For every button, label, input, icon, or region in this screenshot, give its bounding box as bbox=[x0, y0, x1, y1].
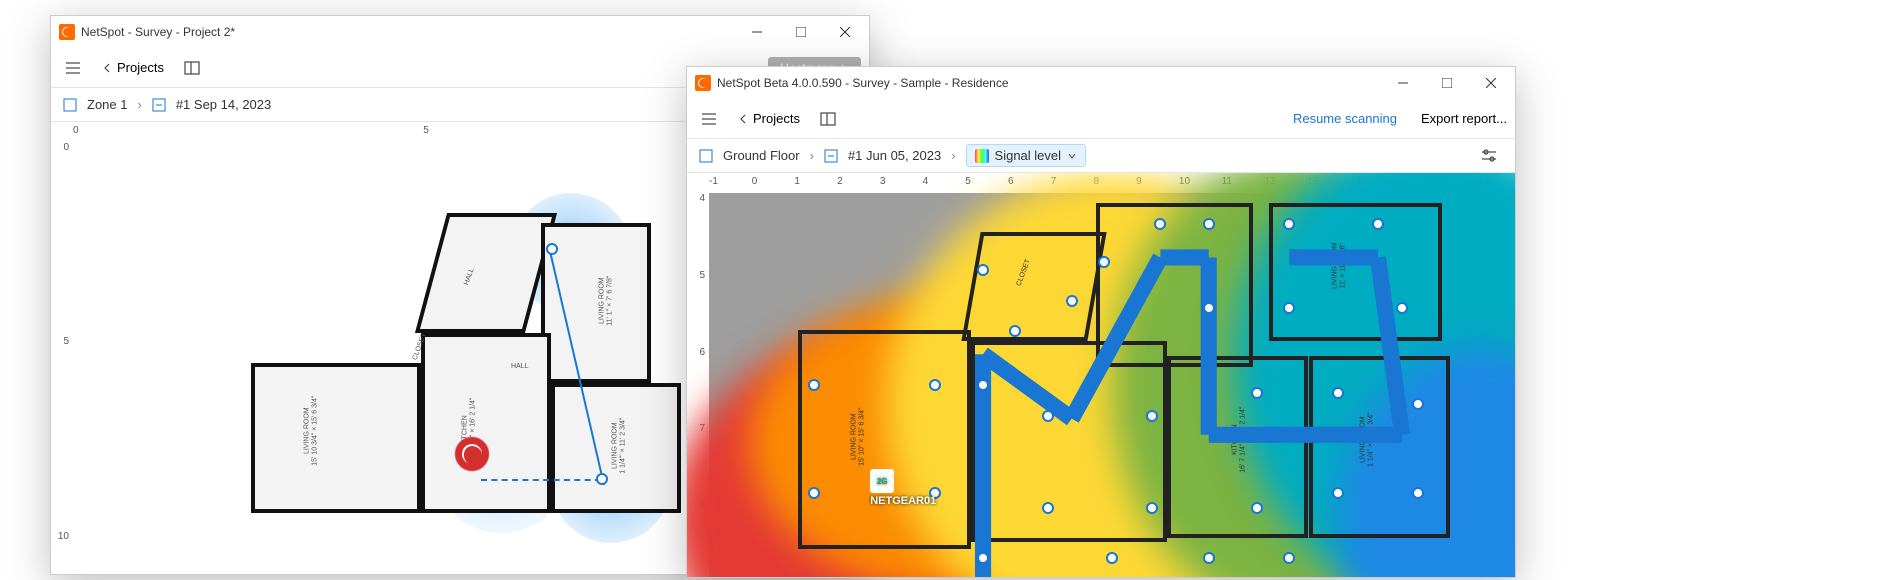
chevron-right-icon: › bbox=[951, 148, 955, 163]
scan-point[interactable] bbox=[546, 243, 558, 255]
chevron-down-icon bbox=[1067, 151, 1077, 161]
crumb-floor[interactable]: Ground Floor bbox=[723, 148, 800, 163]
breadcrumb: Ground Floor › #1 Jun 05, 2023 › Signal … bbox=[687, 139, 1515, 173]
ssid-name: NETGEAR01 bbox=[870, 495, 936, 507]
snapshot-icon bbox=[824, 149, 838, 163]
back-projects-button[interactable]: Projects bbox=[95, 56, 170, 79]
crumb-snapshot[interactable]: #1 Sep 14, 2023 bbox=[176, 97, 271, 112]
window-title: NetSpot - Survey - Project 2* bbox=[81, 25, 235, 39]
titlebar[interactable]: NetSpot - Survey - Project 2* bbox=[51, 16, 869, 48]
app-icon bbox=[695, 75, 711, 91]
floorplan: HALL HALL LIVING ROOM 11' 1" × 7' 6 7/8"… bbox=[251, 213, 691, 523]
visualization-select[interactable]: Signal level bbox=[966, 144, 1087, 167]
resume-scanning-button[interactable]: Resume scanning bbox=[1293, 111, 1397, 126]
menu-button[interactable] bbox=[59, 54, 87, 82]
floor-icon bbox=[699, 149, 713, 163]
room-label: LIVING ROOM 11' 1" × 7' 6 7/8" bbox=[598, 276, 613, 326]
chevron-left-icon bbox=[737, 113, 749, 125]
wifi-icon: 2G bbox=[870, 469, 894, 493]
chevron-right-icon: › bbox=[810, 148, 814, 163]
maximize-button[interactable] bbox=[1425, 67, 1469, 99]
layout-button[interactable] bbox=[178, 54, 206, 82]
menu-button[interactable] bbox=[695, 105, 723, 133]
projects-label: Projects bbox=[753, 111, 800, 126]
scan-route bbox=[709, 193, 1515, 577]
ruler-vertical: 0 5 10 bbox=[51, 142, 73, 574]
room-label: LIVING ROOM 15' 10 3/4" × 15' 6 3/4" bbox=[303, 396, 318, 466]
layout-button[interactable] bbox=[814, 105, 842, 133]
adjustments-button[interactable] bbox=[1475, 142, 1503, 170]
window-survey-residence: NetSpot Beta 4.0.0.590 - Survey - Sample… bbox=[686, 66, 1516, 578]
close-button[interactable] bbox=[1469, 67, 1513, 99]
crumb-zone[interactable]: Zone 1 bbox=[87, 97, 127, 112]
back-projects-button[interactable]: Projects bbox=[731, 107, 806, 130]
chevron-right-icon: › bbox=[137, 97, 141, 112]
titlebar[interactable]: NetSpot Beta 4.0.0.590 - Survey - Sample… bbox=[687, 67, 1515, 99]
scan-point[interactable] bbox=[596, 473, 608, 485]
minimize-button[interactable] bbox=[735, 16, 779, 48]
projects-label: Projects bbox=[117, 60, 164, 75]
maximize-button[interactable] bbox=[779, 16, 823, 48]
snapshot-icon bbox=[152, 98, 166, 112]
canvas[interactable]: -10 12 34 56 78 910 1112 1314 1516 17 45… bbox=[687, 173, 1515, 577]
export-report-button[interactable]: Export report... bbox=[1421, 111, 1507, 126]
zone-icon bbox=[63, 98, 77, 112]
heatmap-view[interactable]: LIVING ROOM 15' 10" × 15' 6 3/4" LIVING … bbox=[709, 193, 1515, 577]
room-label: HALL bbox=[511, 363, 529, 371]
room-label: LIVING ROOM 1 1/4"' × 11' 2 3/4" bbox=[611, 418, 626, 474]
minimize-button[interactable] bbox=[1381, 67, 1425, 99]
crumb-snapshot[interactable]: #1 Jun 05, 2023 bbox=[848, 148, 941, 163]
signal-icon bbox=[975, 149, 989, 163]
visualization-label: Signal level bbox=[995, 148, 1062, 163]
toolbar: Projects Resume scanning Export report..… bbox=[687, 99, 1515, 139]
window-title: NetSpot Beta 4.0.0.590 - Survey - Sample… bbox=[717, 76, 1009, 90]
close-button[interactable] bbox=[823, 16, 867, 48]
chevron-left-icon bbox=[101, 62, 113, 74]
ssid-marker[interactable]: 2G NETGEAR01 bbox=[870, 469, 936, 507]
app-icon bbox=[59, 24, 75, 40]
